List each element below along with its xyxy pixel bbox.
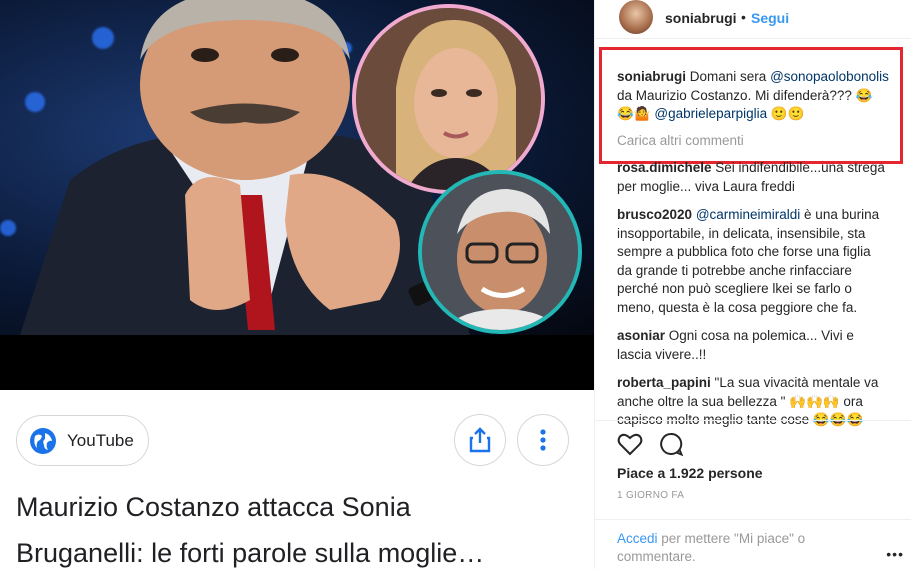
- comment-username[interactable]: asoniar: [617, 328, 665, 343]
- comment-username[interactable]: brusco2020: [617, 207, 692, 222]
- more-vert-icon: [540, 429, 546, 451]
- man-portrait: [422, 174, 578, 330]
- headline-line-2: Bruganelli: le forti parole sulla moglie…: [16, 538, 485, 568]
- comment-item: rosa.dimichele Sei indifendibile...una s…: [617, 159, 889, 196]
- login-prompt: Accedi per mettere "Mi piace" o commenta…: [617, 530, 827, 566]
- inset-photo-man: [418, 170, 582, 334]
- image-letterbox: [0, 335, 594, 390]
- comment-icon[interactable]: [658, 431, 684, 457]
- instagram-post-panel: soniabrugi • Segui soniabrugi Domani ser…: [594, 0, 911, 569]
- woman-portrait: [356, 8, 541, 190]
- caption-mention-1[interactable]: @sonopaolobonolis: [770, 69, 889, 84]
- article-headline[interactable]: Maurizio Costanzo attacca Sonia Bruganel…: [16, 484, 586, 576]
- likes-count[interactable]: Piace a 1.922 persone: [617, 465, 763, 481]
- post-timestamp[interactable]: 1 GIORNO FA: [617, 490, 684, 501]
- more-options-button[interactable]: [517, 414, 569, 466]
- source-label: YouTube: [67, 430, 134, 450]
- caption-text-3: 🙂🙂: [767, 106, 805, 121]
- comment-text: è una burina insopportabile, in delicata…: [617, 207, 880, 315]
- tv-studio-background: [0, 0, 594, 335]
- caption-username[interactable]: soniabrugi: [617, 69, 686, 84]
- comment-item: asoniar Ogni cosa na polemica... Vivi e …: [617, 327, 889, 364]
- caption-text-1: Domani sera: [686, 69, 771, 84]
- share-button[interactable]: [454, 414, 506, 466]
- caption-mention-2[interactable]: @gabrieleparpiglia: [654, 106, 767, 121]
- comments-scroll-area[interactable]: soniabrugi Domani sera @sonopaolobonolis…: [595, 0, 911, 430]
- comments-list: soniabrugi Domani sera @sonopaolobonolis…: [617, 68, 889, 430]
- source-chip[interactable]: YouTube: [16, 415, 149, 466]
- article-image[interactable]: [0, 0, 594, 390]
- globe-icon: [30, 427, 56, 454]
- caption: soniabrugi Domani sera @sonopaolobonolis…: [617, 68, 889, 124]
- article-card: YouTube Maurizio Costanzo attacca Sonia …: [0, 0, 594, 569]
- comment-username[interactable]: roberta_papini: [617, 375, 711, 390]
- share-icon: [469, 427, 491, 453]
- post-actions: Piace a 1.922 persone 1 GIORNO FA Accedi…: [595, 420, 911, 570]
- load-more-comments[interactable]: Carica altri commenti: [617, 132, 889, 151]
- comment-username[interactable]: rosa.dimichele: [617, 160, 712, 175]
- heart-icon[interactable]: [617, 431, 643, 457]
- more-options-icon[interactable]: •••: [886, 546, 904, 562]
- comment-item: brusco2020 @carmineimiraldi è una burina…: [617, 206, 889, 317]
- inset-photo-woman: [352, 4, 545, 194]
- login-link[interactable]: Accedi: [617, 531, 658, 546]
- headline-line-1: Maurizio Costanzo attacca Sonia: [16, 492, 411, 522]
- add-comment-bar: Accedi per mettere "Mi piace" o commenta…: [595, 519, 911, 571]
- comment-mention[interactable]: @carmineimiraldi: [696, 207, 800, 222]
